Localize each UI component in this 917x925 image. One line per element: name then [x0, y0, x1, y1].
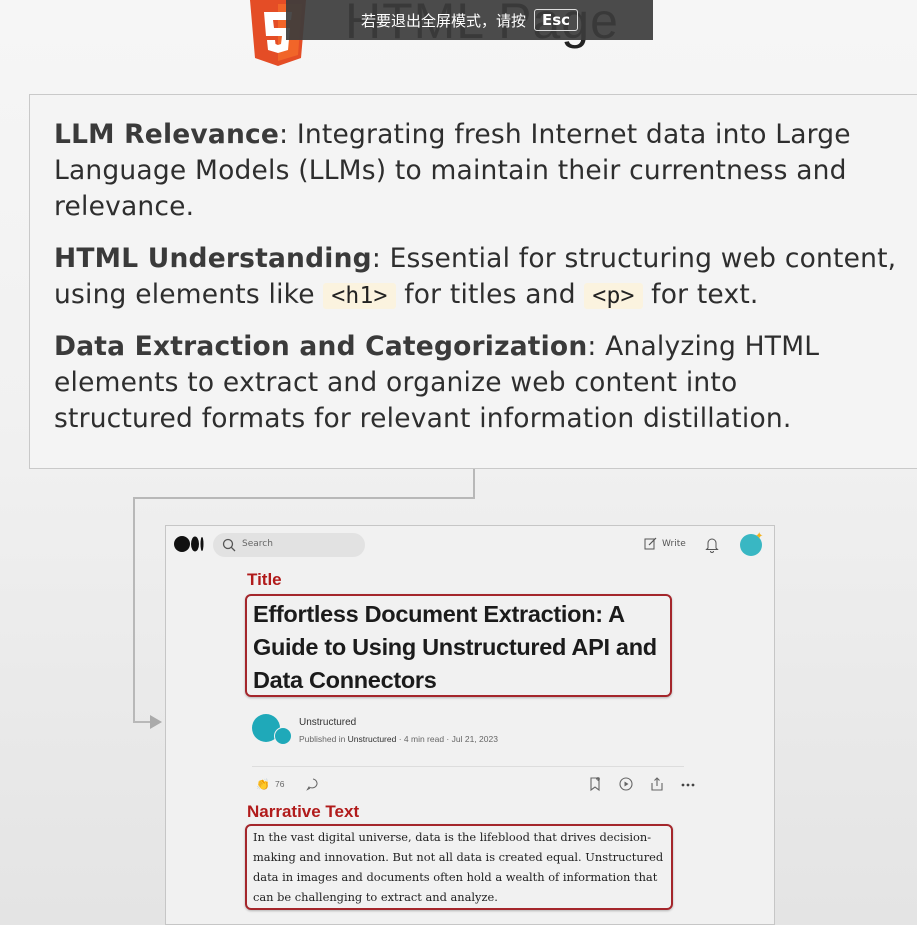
connector-arrow-icon	[150, 715, 162, 729]
publisher-name[interactable]: Unstructured	[299, 717, 356, 728]
h1-code-snippet: <h1>	[323, 283, 396, 309]
data-extraction-line-1: : Analyzing HTML	[587, 331, 820, 362]
fullscreen-exit-banner: 若要退出全屏模式，请按 Esc	[286, 0, 653, 40]
medium-article-screenshot: Search Write ✦ Title Effortless Document…	[165, 525, 775, 925]
narrative-highlight-box: In the vast digital universe, data is th…	[245, 824, 673, 910]
search-bar[interactable]: Search	[213, 533, 365, 557]
narrative-text-label: Narrative Text	[247, 802, 360, 821]
action-bar-divider	[252, 766, 684, 767]
write-button[interactable]: Write	[644, 537, 686, 550]
medium-logo-icon[interactable]	[174, 536, 204, 552]
read-time: · 4 min read ·	[396, 734, 452, 744]
search-placeholder: Search	[242, 539, 273, 549]
comment-icon[interactable]	[306, 777, 320, 791]
fullscreen-banner-text: 若要退出全屏模式，请按	[360, 11, 526, 30]
publication-meta: Published in Unstructured · 4 min read ·…	[299, 734, 498, 744]
esc-key-hint: Esc	[533, 9, 579, 31]
p-code-snippet: <p>	[584, 283, 643, 309]
llm-relevance-line-2: Language Models (LLMs) to maintain their…	[54, 155, 847, 186]
data-extraction-line-3: structured formats for relevant informat…	[54, 403, 792, 434]
publish-date: Jul 21, 2023	[451, 734, 498, 744]
write-icon	[644, 537, 657, 550]
connector-line-horizontal	[133, 497, 475, 499]
bookmark-icon[interactable]	[587, 776, 603, 792]
info-box: LLM Relevance: Integrating fresh Interne…	[29, 94, 917, 469]
html-understanding-paragraph: HTML Understanding: Essential for struct…	[54, 241, 896, 314]
data-extraction-paragraph: Data Extraction and Categorization: Anal…	[54, 329, 819, 437]
html-understanding-middle: for titles and	[395, 279, 585, 310]
llm-relevance-line-1: : Integrating fresh Internet data into L…	[279, 119, 851, 150]
write-label: Write	[662, 538, 686, 549]
narrative-paragraph: In the vast digital universe, data is th…	[253, 830, 664, 904]
publication-link[interactable]: Unstructured	[348, 734, 397, 744]
clap-count: 76	[275, 779, 285, 789]
title-label: Title	[247, 570, 282, 589]
more-options-icon[interactable]	[680, 777, 696, 793]
connector-line-vertical	[133, 497, 135, 722]
clap-icon[interactable]: 👏	[256, 778, 270, 791]
title-highlight-box: Effortless Document Extraction: A Guide …	[245, 594, 672, 697]
llm-relevance-term: LLM Relevance	[54, 119, 280, 150]
html-understanding-line-1: : Essential for structuring web content,	[371, 243, 897, 274]
html-understanding-term: HTML Understanding	[54, 243, 372, 274]
published-in-prefix: Published in	[299, 734, 348, 744]
sparkle-icon: ✦	[755, 531, 764, 542]
data-extraction-line-2: elements to extract and organize web con…	[54, 367, 738, 398]
data-extraction-term: Data Extraction and Categorization	[54, 331, 588, 362]
connector-line-down	[473, 469, 475, 498]
publication-avatar[interactable]	[274, 727, 292, 745]
html-understanding-prefix: using elements like	[54, 279, 324, 310]
notifications-bell-icon[interactable]	[705, 537, 719, 553]
article-title: Effortless Document Extraction: A Guide …	[253, 601, 657, 693]
search-icon	[222, 538, 236, 552]
listen-play-icon[interactable]	[618, 776, 634, 792]
html-understanding-suffix: for text.	[642, 279, 759, 310]
llm-relevance-paragraph: LLM Relevance: Integrating fresh Interne…	[54, 117, 851, 225]
share-icon[interactable]	[649, 776, 665, 792]
llm-relevance-line-3: relevance.	[54, 191, 195, 222]
article-action-bar: 👏 76	[252, 774, 695, 796]
